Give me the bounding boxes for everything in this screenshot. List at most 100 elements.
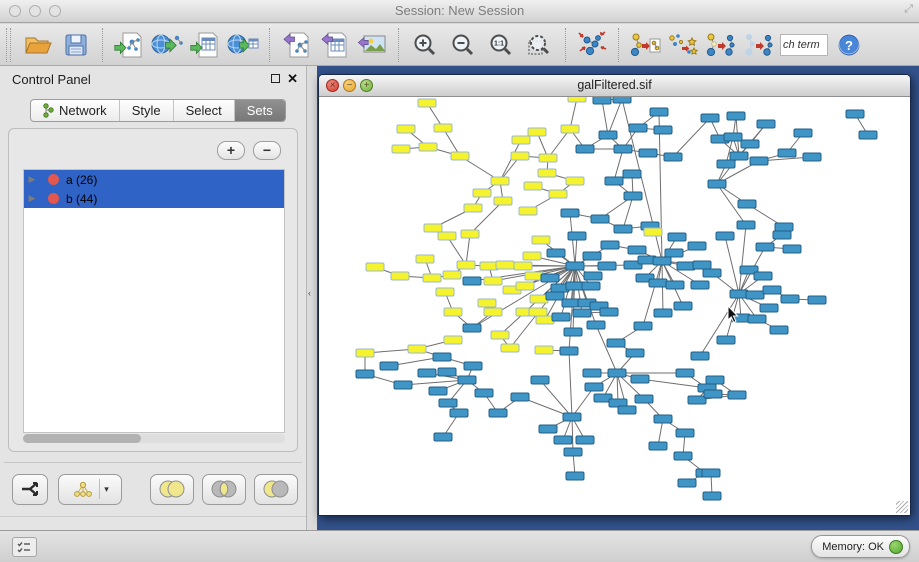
graph-edge[interactable] xyxy=(640,379,707,388)
horizontal-scrollbar[interactable] xyxy=(23,434,285,443)
tab-sets[interactable]: Sets xyxy=(235,100,285,121)
create-set-from-network-button[interactable]: ▾ xyxy=(58,474,122,505)
graph-node-blue[interactable] xyxy=(623,170,641,178)
graph-node-blue[interactable] xyxy=(730,152,748,160)
graph-node-blue[interactable] xyxy=(599,131,617,139)
graph-node-blue[interactable] xyxy=(573,309,591,317)
graph-node-blue[interactable] xyxy=(539,425,557,433)
dropdown-arrow-icon[interactable]: ▾ xyxy=(104,484,109,495)
graph-node-yellow[interactable] xyxy=(496,261,514,269)
network-frame-titlebar[interactable]: × − + galFiltered.sif xyxy=(319,75,910,97)
graph-node-blue[interactable] xyxy=(613,97,631,103)
graph-node-yellow[interactable] xyxy=(536,316,554,324)
graph-node-blue[interactable] xyxy=(631,375,649,383)
split-set-button[interactable] xyxy=(12,474,48,505)
graph-edge[interactable] xyxy=(540,380,572,417)
zoom-selected-button[interactable] xyxy=(520,26,558,64)
graph-node-yellow[interactable] xyxy=(519,207,537,215)
graph-node-yellow[interactable] xyxy=(473,189,491,197)
graph-node-yellow[interactable] xyxy=(538,169,556,177)
union-sets-button[interactable] xyxy=(150,474,194,505)
graph-node-blue[interactable] xyxy=(763,286,781,294)
graph-node-blue[interactable] xyxy=(554,436,572,444)
graph-edge[interactable] xyxy=(569,351,572,417)
graph-node-blue[interactable] xyxy=(794,129,812,137)
graph-node-blue[interactable] xyxy=(677,262,695,270)
graph-node-blue[interactable] xyxy=(561,209,579,217)
graph-node-yellow[interactable] xyxy=(356,349,374,357)
graph-node-yellow[interactable] xyxy=(491,331,509,339)
graph-node-blue[interactable] xyxy=(773,231,791,239)
graph-node-blue[interactable] xyxy=(418,369,436,377)
graph-edge[interactable] xyxy=(570,98,577,129)
intersect-sets-button[interactable] xyxy=(202,474,246,505)
graph-node-blue[interactable] xyxy=(750,157,768,165)
graph-node-blue[interactable] xyxy=(654,309,672,317)
graph-node-yellow[interactable] xyxy=(461,230,479,238)
graph-node-blue[interactable] xyxy=(770,326,788,334)
graph-node-yellow[interactable] xyxy=(525,272,543,280)
help-button[interactable]: ? xyxy=(834,26,864,64)
float-panel-icon[interactable] xyxy=(271,74,280,83)
toolbar-drag-handle[interactable] xyxy=(6,28,11,62)
search-input[interactable] xyxy=(780,34,828,56)
graph-node-yellow[interactable] xyxy=(418,99,436,107)
graph-node-blue[interactable] xyxy=(756,243,774,251)
graph-node-blue[interactable] xyxy=(688,242,706,250)
graph-node-blue[interactable] xyxy=(846,110,864,118)
expand-arrow-icon[interactable]: ▶ xyxy=(24,174,40,185)
graph-node-yellow[interactable] xyxy=(494,197,512,205)
graph-node-blue[interactable] xyxy=(463,324,481,332)
graph-node-blue[interactable] xyxy=(394,381,412,389)
graph-node-blue[interactable] xyxy=(746,291,764,299)
graph-node-blue[interactable] xyxy=(576,145,594,153)
export-table-button[interactable] xyxy=(315,26,353,64)
graph-node-blue[interactable] xyxy=(626,349,644,357)
graph-edge[interactable] xyxy=(700,294,739,356)
graph-node-yellow[interactable] xyxy=(397,125,415,133)
graph-node-blue[interactable] xyxy=(438,368,456,376)
import-network-web-button[interactable] xyxy=(148,26,186,64)
graph-edge[interactable] xyxy=(614,149,623,181)
graph-node-blue[interactable] xyxy=(564,448,582,456)
graph-node-blue[interactable] xyxy=(614,145,632,153)
graph-node-blue[interactable] xyxy=(716,232,734,240)
graph-node-blue[interactable] xyxy=(618,406,636,414)
graph-node-blue[interactable] xyxy=(649,442,667,450)
graph-node-yellow[interactable] xyxy=(532,236,550,244)
graph-node-yellow[interactable] xyxy=(434,124,452,132)
import-table-web-button[interactable] xyxy=(224,26,262,64)
graph-node-yellow[interactable] xyxy=(424,224,442,232)
graph-node-blue[interactable] xyxy=(635,395,653,403)
graph-node-yellow[interactable] xyxy=(511,152,529,160)
graph-node-blue[interactable] xyxy=(728,391,746,399)
graph-node-blue[interactable] xyxy=(607,339,625,347)
graph-node-blue[interactable] xyxy=(676,369,694,377)
graph-edge[interactable] xyxy=(403,380,467,385)
graph-node-blue[interactable] xyxy=(429,387,447,395)
graph-node-yellow[interactable] xyxy=(480,262,498,270)
graph-node-blue[interactable] xyxy=(688,396,706,404)
graph-node-blue[interactable] xyxy=(434,433,452,441)
graph-node-blue[interactable] xyxy=(654,126,672,134)
graph-node-blue[interactable] xyxy=(650,108,668,116)
graph-edge[interactable] xyxy=(596,325,617,373)
graph-edge[interactable] xyxy=(623,196,633,229)
graph-node-blue[interactable] xyxy=(737,221,755,229)
graph-node-blue[interactable] xyxy=(433,353,451,361)
graph-node-yellow[interactable] xyxy=(392,145,410,153)
graph-node-blue[interactable] xyxy=(439,399,457,407)
graph-edge[interactable] xyxy=(572,417,573,452)
show-all-button[interactable] xyxy=(740,26,778,64)
graph-node-yellow[interactable] xyxy=(529,308,547,316)
graph-node-blue[interactable] xyxy=(778,149,796,157)
graph-node-yellow[interactable] xyxy=(644,228,662,236)
graph-node-blue[interactable] xyxy=(704,390,722,398)
graph-node-yellow[interactable] xyxy=(535,346,553,354)
graph-node-blue[interactable] xyxy=(654,415,672,423)
hide-selected-button[interactable] xyxy=(702,26,740,64)
difference-sets-button[interactable] xyxy=(254,474,298,505)
graph-node-yellow[interactable] xyxy=(566,177,584,185)
graph-node-blue[interactable] xyxy=(748,315,766,323)
save-session-button[interactable] xyxy=(57,26,95,64)
